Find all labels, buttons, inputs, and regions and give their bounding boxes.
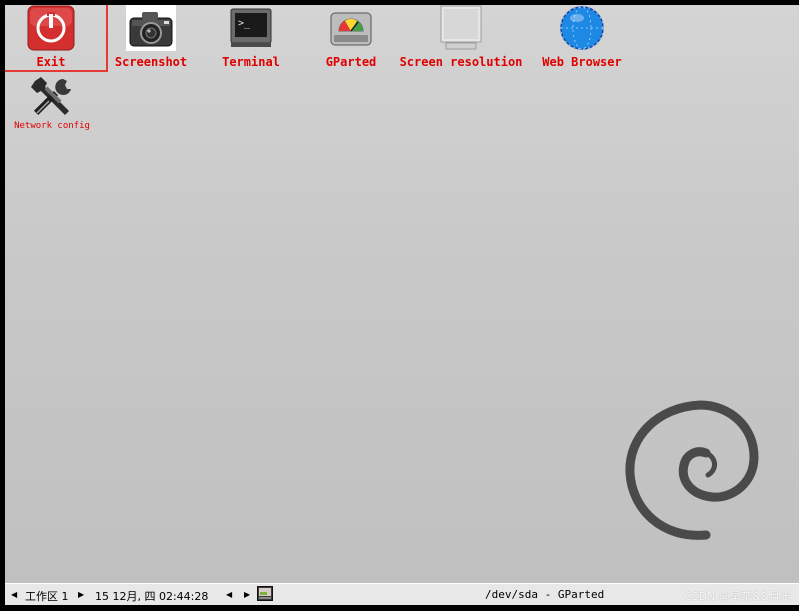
window-next-arrow-icon[interactable]: ▶ xyxy=(244,590,250,599)
workspace-label[interactable]: 工作区 1 xyxy=(25,588,69,604)
bottom-border xyxy=(0,605,799,611)
debian-swirl-logo xyxy=(620,397,760,561)
desktop-icon-label: Web Browser xyxy=(542,55,622,69)
globe-icon xyxy=(540,5,624,51)
desktop-icon-web-browser[interactable]: Web Browser xyxy=(540,5,624,69)
desktop-icon-label: Terminal xyxy=(222,55,280,69)
taskbar: ◀ 工作区 1 ▶ 15 12月, 四 02:44:28 ◀ ▶ /dev/sd… xyxy=(5,583,799,606)
desktop-icon-label: GParted xyxy=(325,55,377,69)
desktop-icon-gparted[interactable]: GParted xyxy=(318,5,384,69)
desktop: Exit Screenshot >_ Terminal GParted Scre… xyxy=(5,5,799,583)
disk-icon xyxy=(318,5,384,51)
desktop-icon-network-config[interactable]: Network config xyxy=(14,75,90,131)
power-icon xyxy=(15,5,87,51)
desktop-icon-label: Screen resolution xyxy=(399,55,523,69)
desktop-icon-exit[interactable]: Exit xyxy=(15,5,87,69)
desktop-icon-label: Exit xyxy=(36,55,66,69)
show-desktop-icon[interactable] xyxy=(257,586,273,604)
desktop-icon-screenshot[interactable]: Screenshot xyxy=(109,5,193,69)
camera-icon xyxy=(109,5,193,51)
workspace-next-arrow-icon[interactable]: ▶ xyxy=(78,590,84,599)
desktop-icon-label: Network config xyxy=(14,121,90,131)
desktop-icon-terminal[interactable]: >_ Terminal xyxy=(216,5,286,69)
watermark: CSDN @早茶&&月光 xyxy=(683,590,791,603)
clock: 15 12月, 四 02:44:28 xyxy=(95,590,209,603)
taskbar-window-button[interactable]: /dev/sda - GParted xyxy=(485,588,604,601)
window-prev-arrow-icon[interactable]: ◀ xyxy=(226,590,232,599)
monitor-icon xyxy=(391,5,531,51)
svg-text:>_: >_ xyxy=(238,18,251,29)
workspace-prev-arrow-icon[interactable]: ◀ xyxy=(11,590,17,599)
terminal-icon: >_ xyxy=(216,5,286,51)
tools-icon xyxy=(14,75,90,119)
desktop-icon-screen-resolution[interactable]: Screen resolution xyxy=(391,5,531,69)
desktop-icon-label: Screenshot xyxy=(114,55,188,69)
